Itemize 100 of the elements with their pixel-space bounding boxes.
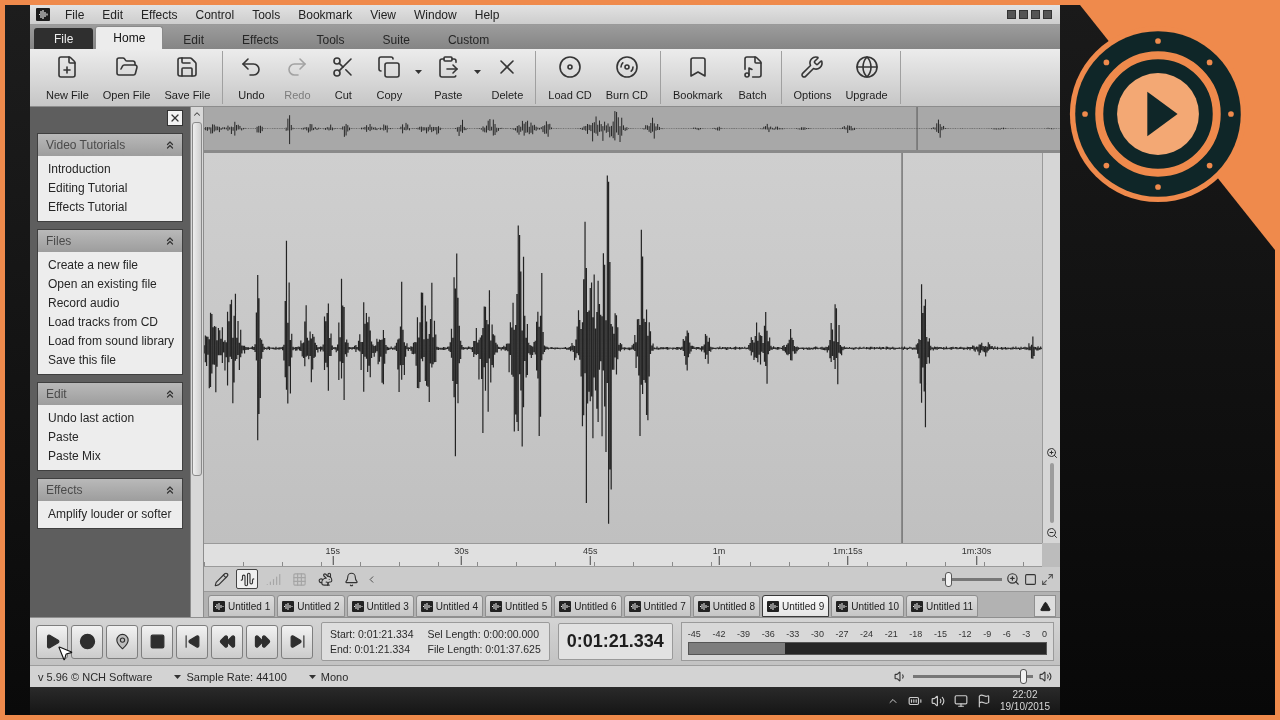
- ribbon-tab[interactable]: Edit: [165, 29, 223, 49]
- speaker-icon[interactable]: [1039, 670, 1052, 683]
- document-tab[interactable]: Untitled 10: [831, 595, 905, 617]
- menu-item[interactable]: Effects: [138, 6, 181, 23]
- zoom-in-icon[interactable]: [1045, 447, 1058, 459]
- channels-dropdown[interactable]: Mono: [308, 670, 349, 683]
- ribbon-tab[interactable]: Tools: [298, 29, 363, 49]
- dropdown-button[interactable]: [472, 69, 484, 74]
- waveform-icon: [239, 571, 255, 587]
- menu-item[interactable]: File: [62, 6, 88, 23]
- document-tab[interactable]: Untitled 6: [554, 595, 622, 617]
- toolbar-button[interactable]: Paste: [426, 51, 471, 104]
- record-button[interactable]: [71, 624, 103, 659]
- tab-scroll-button[interactable]: [1034, 595, 1056, 617]
- task-link[interactable]: Paste: [48, 429, 176, 445]
- collapse-icon[interactable]: [164, 139, 176, 151]
- document-tab[interactable]: Untitled 8: [692, 595, 760, 617]
- meter-scale-label: -39: [737, 628, 751, 639]
- task-link[interactable]: Editing Tutorial: [48, 180, 176, 196]
- scroll-up-icon[interactable]: [192, 109, 202, 119]
- toolbar-button[interactable]: Cut: [321, 51, 366, 104]
- collapse-icon[interactable]: [164, 484, 176, 496]
- scrollbar-track[interactable]: [190, 107, 204, 617]
- audio-file-icon: [628, 600, 641, 612]
- document-tab[interactable]: Untitled 3: [346, 595, 414, 617]
- panel-header[interactable]: Video Tutorials: [38, 134, 182, 156]
- sample-rate-dropdown[interactable]: Sample Rate: 44100: [174, 670, 287, 683]
- task-link[interactable]: Introduction: [48, 161, 176, 177]
- toolbar-button[interactable]: Open File: [96, 51, 157, 104]
- toolbar-button[interactable]: Undo: [229, 51, 274, 104]
- skip-back-button[interactable]: [176, 624, 208, 659]
- document-tab[interactable]: Untitled 1: [208, 595, 276, 617]
- menu-item[interactable]: View: [367, 6, 400, 23]
- task-link[interactable]: Load from sound library: [48, 333, 176, 349]
- menu-item[interactable]: Control: [192, 6, 238, 23]
- ribbon-tab[interactable]: Suite: [364, 29, 428, 49]
- toolbar-button[interactable]: Save File: [158, 51, 217, 104]
- toolbar-button[interactable]: Delete: [485, 51, 530, 104]
- speaker-icon[interactable]: [894, 670, 907, 683]
- collapse-icon[interactable]: [164, 235, 176, 247]
- toolbar-button[interactable]: Batch: [730, 51, 775, 104]
- close-button[interactable]: [167, 110, 183, 126]
- document-tab[interactable]: Untitled 11: [906, 595, 979, 617]
- task-link[interactable]: Amplify louder or softer: [48, 506, 176, 522]
- panel-header[interactable]: Files: [38, 230, 182, 252]
- zoom-slider-thumb[interactable]: [944, 571, 952, 587]
- ribbon-tab[interactable]: Effects: [224, 29, 297, 49]
- rewind-button[interactable]: [211, 624, 243, 659]
- panel-header[interactable]: Effects: [38, 479, 182, 501]
- toolbar-button[interactable]: Copy: [367, 51, 412, 104]
- zoom-in-icon[interactable]: [1006, 572, 1020, 586]
- task-link[interactable]: Create a new file: [48, 257, 176, 273]
- taskbar-clock[interactable]: 22:02 19/10/2015: [999, 689, 1050, 713]
- volume-slider-thumb[interactable]: [1020, 669, 1028, 684]
- document-tab[interactable]: Untitled 4: [415, 595, 483, 617]
- task-link[interactable]: Open an existing file: [48, 276, 176, 292]
- tool-button[interactable]: [236, 569, 258, 589]
- expand-icon[interactable]: [1041, 572, 1054, 586]
- toolbar-button[interactable]: New File: [40, 51, 95, 104]
- panel-header[interactable]: Edit: [38, 383, 182, 405]
- marker-button[interactable]: [106, 624, 138, 659]
- task-link[interactable]: Paste Mix: [48, 448, 176, 464]
- toolbar-button[interactable]: Load CD: [542, 51, 598, 104]
- skip-forward-button[interactable]: [281, 624, 313, 659]
- task-link[interactable]: Load tracks from CD: [48, 314, 176, 330]
- menu-item[interactable]: Help: [471, 6, 503, 23]
- task-link[interactable]: Record audio: [48, 295, 176, 311]
- toolbar-button[interactable]: Bookmark: [666, 51, 729, 104]
- collapse-icon[interactable]: [164, 388, 176, 400]
- flag-icon[interactable]: [976, 694, 991, 708]
- ribbon-tab[interactable]: Custom: [429, 29, 508, 49]
- menu-item[interactable]: Edit: [99, 6, 127, 23]
- battery-icon[interactable]: [907, 694, 922, 708]
- scrollbar-thumb[interactable]: [192, 122, 202, 477]
- document-tab[interactable]: Untitled 5: [485, 595, 553, 617]
- dropdown-button[interactable]: [413, 69, 425, 74]
- ribbon-tab[interactable]: Home: [95, 26, 164, 49]
- toolbar-button[interactable]: Options: [787, 51, 838, 104]
- document-tab[interactable]: Untitled 7: [623, 595, 691, 617]
- ruler-label: 15s: [325, 546, 340, 565]
- document-tab[interactable]: Untitled 2: [277, 595, 345, 617]
- toolbar-button[interactable]: Upgrade: [839, 51, 894, 104]
- stop-button[interactable]: [141, 624, 173, 659]
- menu-item[interactable]: Bookmark: [295, 6, 356, 23]
- fast-forward-button[interactable]: [246, 624, 278, 659]
- monitor-icon[interactable]: [953, 694, 968, 708]
- audio-file-icon: [697, 600, 710, 612]
- task-link[interactable]: Undo last action: [48, 410, 176, 426]
- zoom-out-icon[interactable]: [1045, 527, 1058, 539]
- square-icon[interactable]: [1024, 572, 1037, 586]
- task-link[interactable]: Save this file: [48, 352, 176, 368]
- file-menu-tab[interactable]: File: [34, 28, 94, 49]
- task-link[interactable]: Effects Tutorial: [48, 199, 176, 215]
- toolbar-button[interactable]: Burn CD: [599, 51, 654, 104]
- menu-item[interactable]: Window: [411, 6, 460, 23]
- menu-item[interactable]: Tools: [249, 6, 284, 23]
- vertical-zoom-track[interactable]: [1049, 463, 1054, 523]
- info-text: End: 0:01:21.334: [330, 643, 411, 655]
- document-tab[interactable]: Untitled 9: [762, 595, 830, 617]
- speaker-icon[interactable]: [930, 694, 945, 708]
